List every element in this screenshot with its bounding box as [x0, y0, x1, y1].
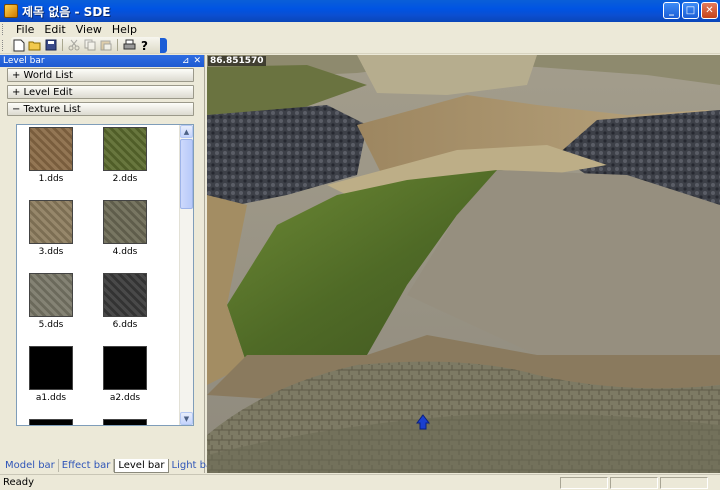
status-bar: Ready: [0, 474, 720, 490]
pin-icon[interactable]: ⊿: [182, 56, 190, 66]
window-controls: _ □ ✕: [663, 2, 718, 19]
texture-name: 3.dds: [38, 247, 64, 257]
window-title: 제목 없음 - SDE: [22, 4, 111, 19]
close-button[interactable]: ✕: [701, 2, 718, 19]
help-icon[interactable]: ?: [137, 38, 153, 53]
panel-caption: Level bar ⊿ ✕: [0, 55, 204, 67]
fps-readout: 86.851570: [208, 56, 266, 66]
texture-name: 4.dds: [112, 247, 138, 257]
toolbar: ?: [0, 37, 720, 54]
new-icon[interactable]: [11, 38, 27, 53]
texture-list[interactable]: 1.dds 2.dds 3.dds 4.dds 5.dds 6.dds a1.dds a2.d…: [16, 124, 194, 426]
section-level-edit[interactable]: + Level Edit: [7, 85, 194, 99]
menu-edit[interactable]: Edit: [39, 23, 70, 36]
toolbar-overflow-button[interactable]: [160, 37, 167, 53]
texture-list-scrollbar[interactable]: ▲ ▼: [179, 125, 193, 425]
panel-close-icon[interactable]: ✕: [193, 56, 201, 66]
texture-item[interactable]: 4.dds: [103, 200, 149, 257]
menu-grip[interactable]: [2, 24, 5, 35]
minimize-button[interactable]: _: [663, 2, 680, 19]
maximize-button[interactable]: □: [682, 2, 699, 19]
texture-thumbnail: [103, 273, 147, 317]
svg-text:?: ?: [141, 39, 148, 52]
texture-thumbnail: [103, 419, 147, 425]
texture-thumbnail: [29, 419, 73, 425]
texture-item[interactable]: a1.dds: [29, 346, 75, 403]
texture-item[interactable]: [29, 419, 75, 425]
texture-name: 2.dds: [112, 174, 138, 184]
texture-thumbnail: [103, 346, 147, 390]
texture-thumbnail: [29, 346, 73, 390]
app-icon[interactable]: [4, 4, 18, 18]
toolbar-grip[interactable]: [2, 39, 5, 51]
section-texture-list[interactable]: − Texture List: [7, 102, 194, 116]
status-text: Ready: [3, 477, 35, 488]
texture-item[interactable]: 2.dds: [103, 127, 149, 184]
texture-name: 5.dds: [38, 320, 64, 330]
tab-effect-bar[interactable]: Effect bar: [59, 459, 115, 472]
standard-toolbar: ?: [11, 37, 161, 53]
print-icon[interactable]: [121, 38, 137, 53]
status-pane: [660, 477, 708, 489]
toolbar-separator: [117, 39, 118, 51]
section-world-list[interactable]: + World List: [7, 68, 194, 82]
texture-name: a1.dds: [35, 393, 67, 403]
texture-thumbnail: [103, 200, 147, 244]
status-pane: [610, 477, 658, 489]
tab-level-bar[interactable]: Level bar: [114, 459, 169, 473]
title-bar: 제목 없음 - SDE _ □ ✕: [0, 0, 720, 22]
terrain-render: [207, 55, 720, 473]
tab-model-bar[interactable]: Model bar: [2, 459, 59, 472]
scroll-thumb[interactable]: [180, 139, 193, 209]
texture-thumbnail: [103, 127, 147, 171]
texture-item[interactable]: 6.dds: [103, 273, 149, 330]
menu-view[interactable]: View: [71, 23, 107, 36]
menu-bar: File Edit View Help: [0, 22, 720, 37]
panel-title: Level bar: [3, 56, 45, 66]
texture-item[interactable]: 5.dds: [29, 273, 75, 330]
texture-thumbnail: [29, 200, 73, 244]
paste-icon[interactable]: [98, 38, 114, 53]
texture-item[interactable]: 1.dds: [29, 127, 75, 184]
texture-name: 1.dds: [38, 174, 64, 184]
panel-tabs: Model bar Effect bar Level bar Light bar: [2, 459, 221, 473]
menu-help[interactable]: Help: [107, 23, 142, 36]
cut-icon[interactable]: [66, 38, 82, 53]
terrain-viewport[interactable]: 86.851570: [207, 55, 720, 473]
level-bar-panel: Level bar ⊿ ✕ + World List + Level Edit …: [0, 55, 205, 473]
texture-item[interactable]: [103, 419, 149, 425]
scroll-up-icon[interactable]: ▲: [180, 125, 193, 138]
texture-name: 6.dds: [112, 320, 138, 330]
toolbar-separator: [62, 39, 63, 51]
scroll-down-icon[interactable]: ▼: [180, 412, 193, 425]
open-icon[interactable]: [27, 38, 43, 53]
status-pane: [560, 477, 608, 489]
texture-thumbnail: [29, 273, 73, 317]
copy-icon[interactable]: [82, 38, 98, 53]
menu-file[interactable]: File: [11, 23, 39, 36]
texture-item[interactable]: a2.dds: [103, 346, 149, 403]
status-panes: [560, 477, 708, 489]
save-icon[interactable]: [43, 38, 59, 53]
texture-item[interactable]: 3.dds: [29, 200, 75, 257]
texture-name: a2.dds: [109, 393, 141, 403]
texture-thumbnail: [29, 127, 73, 171]
